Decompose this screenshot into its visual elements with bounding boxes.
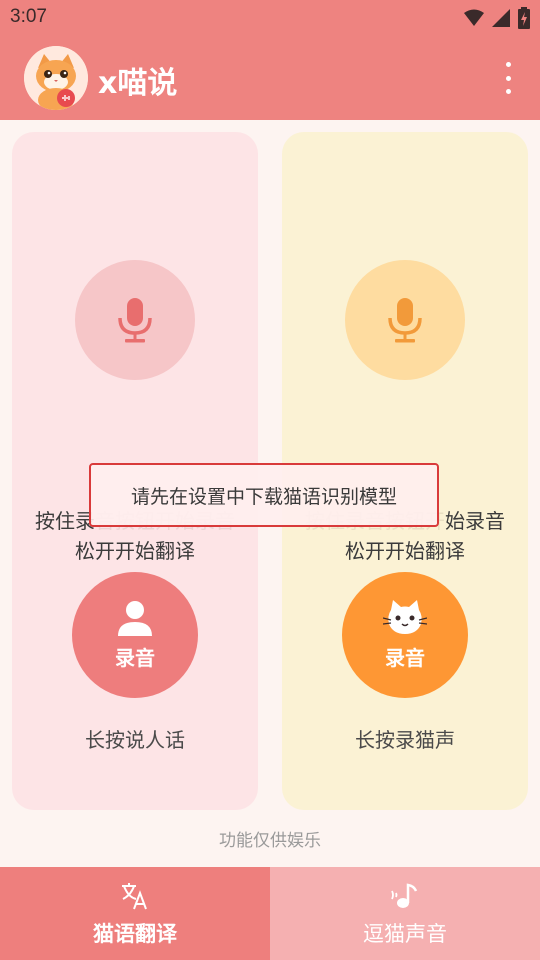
signal-icon (492, 9, 510, 27)
tab-cat-translate[interactable]: 猫语翻译 (0, 867, 270, 960)
cat-mic-indicator (345, 260, 465, 380)
bottom-navigation: 猫语翻译 逗猫声音 (0, 867, 540, 960)
cat-record-button[interactable]: 录音 (342, 572, 468, 698)
human-record-label: 录音 (115, 645, 155, 670)
music-note-icon (390, 880, 420, 912)
cat-record-label: 录音 (385, 645, 425, 670)
human-hint-line2: 松开开始翻译 (75, 539, 195, 563)
download-model-toast: 请先在设置中下载猫语识别模型 (89, 463, 439, 527)
translate-icon (120, 880, 150, 912)
more-options-button[interactable] (498, 62, 518, 94)
human-caption: 长按说人话 (85, 728, 185, 752)
tab-cat-translate-label: 猫语翻译 (93, 921, 177, 946)
cat-hint-line2: 松开开始翻译 (345, 539, 465, 563)
more-dot-icon (505, 75, 511, 81)
status-time: 3:07 (10, 6, 47, 27)
cat-face-icon (383, 599, 427, 634)
entertainment-disclaimer: 功能仅供娱乐 (219, 831, 321, 851)
wifi-icon (464, 9, 484, 26)
microphone-icon (118, 298, 152, 343)
tab-tease-cat-sounds-label: 逗猫声音 (363, 921, 447, 946)
cat-logo-icon (24, 46, 88, 110)
human-record-button[interactable]: 录音 (72, 572, 198, 698)
person-icon (118, 600, 152, 636)
more-dot-icon (505, 62, 511, 67)
human-mic-indicator (75, 260, 195, 380)
status-bar: 3:07 (0, 0, 540, 36)
app-avatar (24, 46, 88, 110)
cat-hint-visible: 始录音 (445, 509, 505, 533)
app-bar: x喵说 (0, 36, 540, 120)
microphone-icon (388, 298, 422, 343)
battery-icon (518, 7, 530, 29)
status-icons (464, 6, 530, 30)
human-hint-prefix: 按住录 (35, 509, 95, 533)
more-dot-icon (505, 89, 511, 94)
tab-tease-cat-sounds[interactable]: 逗猫声音 (270, 867, 540, 960)
app-title: x喵说 (98, 66, 178, 101)
cat-caption: 长按录猫声 (355, 728, 455, 752)
